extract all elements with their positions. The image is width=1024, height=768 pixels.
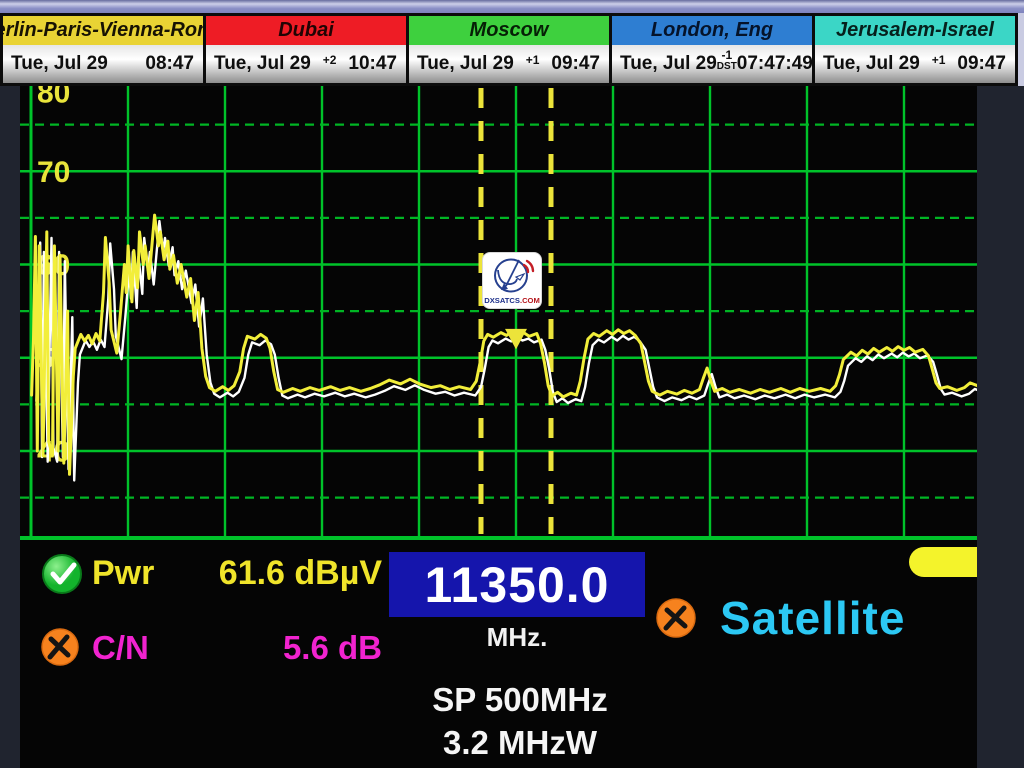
frequency-display[interactable]: 11350.0 bbox=[389, 552, 645, 617]
yellow-indicator-pill[interactable] bbox=[909, 547, 977, 577]
clock-city-label: Dubai bbox=[206, 16, 406, 45]
clock-time: 09:47 bbox=[957, 53, 1006, 75]
clock-panel-moscow: Moscow Tue, Jul 29 +1 09:47 bbox=[406, 13, 609, 86]
spectrum-plot: 8070605040 bbox=[20, 86, 977, 544]
clock-panel-dubai: Dubai Tue, Jul 29 +2 10:47 bbox=[203, 13, 406, 86]
utc-offset: +1 bbox=[526, 54, 540, 66]
satellite-cross-icon bbox=[655, 597, 699, 641]
pwr-ok-check-icon bbox=[42, 552, 86, 596]
frequency-value: 11350.0 bbox=[425, 556, 610, 614]
clock-date: Tue, Jul 29 bbox=[823, 53, 920, 75]
analyzer-window: Berlin-Paris-Vienna-Roma Tue, Jul 29 08:… bbox=[0, 0, 1024, 768]
span-readout: SP 500MHz bbox=[300, 681, 740, 719]
cn-cross-icon bbox=[40, 627, 82, 669]
dst-label: DST bbox=[717, 62, 737, 72]
utc-offset: +1 bbox=[932, 54, 946, 66]
utc-offset: +2 bbox=[323, 54, 337, 66]
clock-time: 07:47:49 bbox=[737, 53, 813, 75]
clock-time: 10:47 bbox=[348, 53, 397, 75]
clock-city-label: London, Eng bbox=[612, 16, 812, 45]
clock-time: 09:47 bbox=[551, 53, 600, 75]
bandwidth-readout: 3.2 MHzW bbox=[300, 724, 740, 762]
clock-panel-jerusalem: Jerusalem-Israel Tue, Jul 29 +1 09:47 bbox=[812, 13, 1018, 86]
satellite-label: Satellite bbox=[720, 591, 905, 645]
cn-label: C/N bbox=[92, 629, 149, 667]
clock-panel-berlin: Berlin-Paris-Vienna-Roma Tue, Jul 29 08:… bbox=[0, 13, 203, 86]
world-clock-bar: Berlin-Paris-Vienna-Roma Tue, Jul 29 08:… bbox=[0, 13, 1024, 86]
pwr-label: Pwr bbox=[92, 554, 154, 593]
satellite-dish-icon: DXSATCS.COM bbox=[483, 253, 541, 308]
frequency-unit: MHz. bbox=[389, 622, 645, 653]
y-axis-tick-label: 70 bbox=[37, 156, 70, 189]
clock-date: Tue, Jul 29 bbox=[11, 53, 108, 75]
utc-offset: -1 bbox=[721, 49, 732, 61]
cn-value: 5.6 dB bbox=[180, 629, 382, 667]
spectrum-screen: 8070605040 DXSATCS.COM bbox=[20, 86, 977, 768]
clock-date: Tue, Jul 29 bbox=[214, 53, 311, 75]
clock-city-label: Jerusalem-Israel bbox=[815, 16, 1015, 45]
clock-date: Tue, Jul 29 bbox=[417, 53, 514, 75]
dxsatcs-logo: DXSATCS.COM bbox=[483, 253, 541, 308]
svg-text:DXSATCS.COM: DXSATCS.COM bbox=[484, 296, 540, 305]
clock-date: Tue, Jul 29 bbox=[620, 53, 717, 75]
clock-panel-london: London, Eng Tue, Jul 29 -1 DST 07:47:49 bbox=[609, 13, 812, 86]
titlebar-strip bbox=[0, 0, 1024, 13]
y-axis-tick-label: 80 bbox=[37, 86, 70, 110]
clock-city-label: Berlin-Paris-Vienna-Roma bbox=[3, 16, 203, 45]
clock-city-label: Moscow bbox=[409, 16, 609, 45]
pwr-value: 61.6 dBµV bbox=[180, 554, 382, 593]
clock-time: 08:47 bbox=[145, 53, 194, 75]
